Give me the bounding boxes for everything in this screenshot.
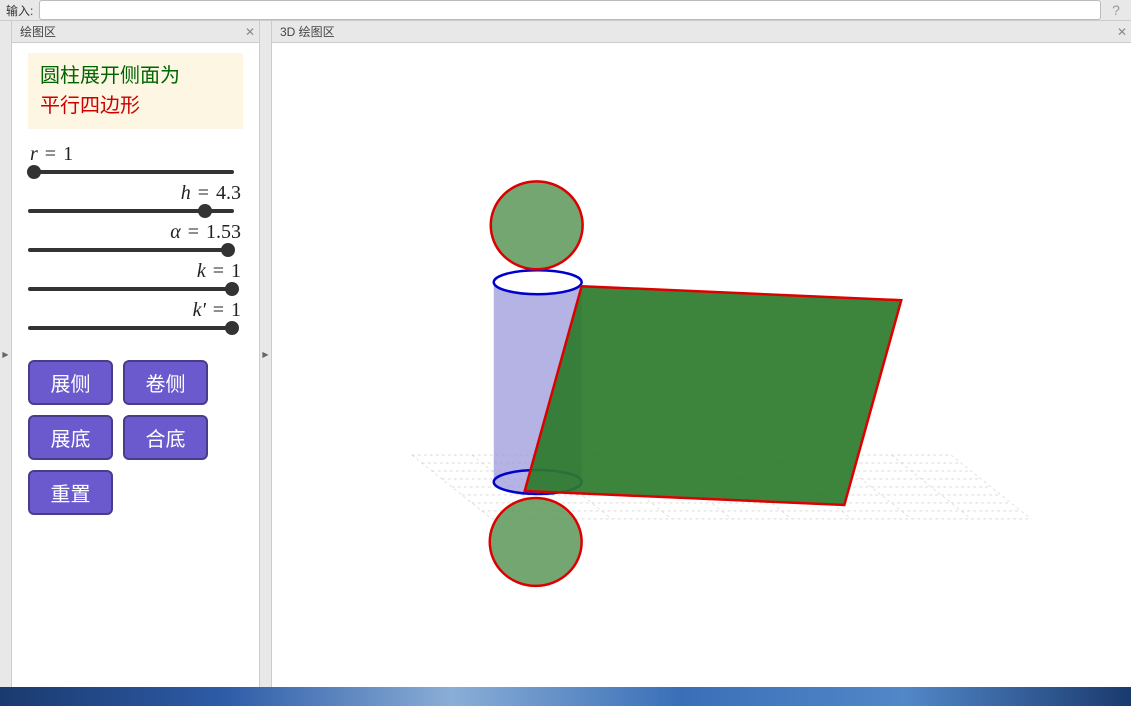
slider-r: r = 1 (28, 143, 243, 174)
info-title: 圆柱展开侧面为 (40, 61, 231, 91)
roll-side-button[interactable]: 卷侧 (123, 360, 208, 405)
slider-h-track[interactable] (28, 209, 234, 213)
info-box: 圆柱展开侧面为 平行四边形 (28, 53, 243, 129)
slider-k: k = 1 (28, 260, 243, 291)
left-panel-header: 绘图区 ✕ (12, 21, 259, 43)
slider-r-track[interactable] (28, 170, 234, 174)
footer-strip (0, 687, 1131, 706)
parallelogram (525, 286, 902, 505)
slider-alpha-label: α = 1.53 (28, 221, 243, 244)
merge-base-button[interactable]: 合底 (123, 415, 208, 460)
input-bar: 输入: ? (0, 0, 1131, 21)
main-area: ▶ 绘图区 ✕ 圆柱展开侧面为 平行四边形 r = 1 (0, 21, 1131, 687)
slider-kprime: k' = 1 (28, 299, 243, 330)
button-grid: 展侧 卷侧 展底 合底 重置 (28, 360, 208, 515)
unfold-base-button[interactable]: 展底 (28, 415, 113, 460)
close-icon[interactable]: ✕ (1117, 25, 1127, 39)
slider-k-thumb[interactable] (225, 282, 239, 296)
collapse-left-icon[interactable]: ▶ (0, 21, 12, 687)
reset-button[interactable]: 重置 (28, 470, 113, 515)
left-content: 圆柱展开侧面为 平行四边形 r = 1 h = 4.3 (12, 43, 259, 687)
command-input[interactable] (39, 0, 1101, 20)
slider-kprime-label: k' = 1 (28, 299, 243, 322)
slider-kprime-thumb[interactable] (225, 321, 239, 335)
slider-r-thumb[interactable] (27, 165, 41, 179)
slider-h: h = 4.3 (28, 182, 243, 213)
bottom-circle (490, 498, 582, 586)
left-panel-title: 绘图区 (20, 23, 56, 40)
right-panel-title: 3D 绘图区 (280, 23, 335, 40)
top-circle (491, 181, 583, 269)
left-panel: 绘图区 ✕ 圆柱展开侧面为 平行四边形 r = 1 h = 4.3 (12, 21, 260, 687)
close-icon[interactable]: ✕ (245, 25, 255, 39)
slider-alpha-track[interactable] (28, 248, 234, 252)
geometry-svg (272, 43, 1131, 687)
right-panel: 3D 绘图区 ✕ (272, 21, 1131, 687)
slider-alpha-thumb[interactable] (221, 243, 235, 257)
slider-alpha: α = 1.53 (28, 221, 243, 252)
help-icon[interactable]: ? (1107, 1, 1125, 19)
input-label: 输入: (6, 2, 33, 19)
slider-h-thumb[interactable] (198, 204, 212, 218)
slider-kprime-track[interactable] (28, 326, 234, 330)
unfold-side-button[interactable]: 展侧 (28, 360, 113, 405)
info-subtitle: 平行四边形 (40, 91, 231, 121)
view-3d[interactable] (272, 43, 1131, 687)
slider-k-track[interactable] (28, 287, 234, 291)
slider-r-label: r = 1 (28, 143, 243, 166)
slider-h-label: h = 4.3 (28, 182, 243, 205)
collapse-right-icon[interactable]: ▶ (260, 21, 272, 687)
right-panel-header: 3D 绘图区 ✕ (272, 21, 1131, 43)
slider-k-label: k = 1 (28, 260, 243, 283)
